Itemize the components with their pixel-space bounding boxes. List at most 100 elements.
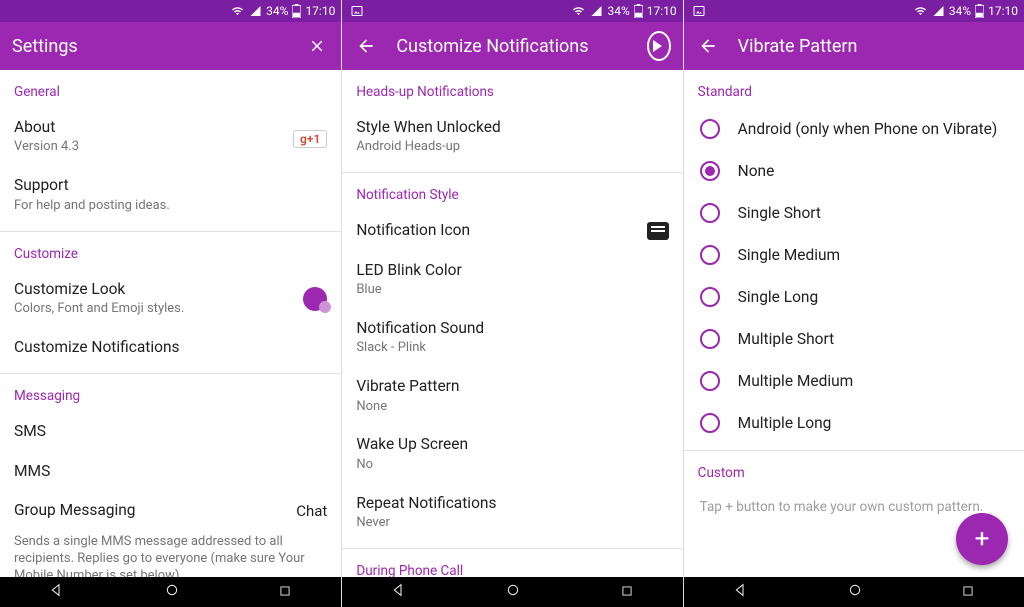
item-sms[interactable]: SMS <box>0 412 341 451</box>
vibrate-list: Standard Android (only when Phone on Vib… <box>684 70 1024 577</box>
radio-icon <box>700 245 720 265</box>
wifi-icon <box>230 5 245 17</box>
status-bar: 34% 17:10 <box>342 0 682 22</box>
color-swatch-icon <box>303 287 327 311</box>
image-icon <box>692 5 706 17</box>
radio-option[interactable]: None <box>684 150 1024 192</box>
section-messaging: Messaging <box>0 374 341 412</box>
back-icon[interactable] <box>696 34 720 58</box>
item-title: MMS <box>14 462 327 481</box>
toolbar: Customize Notifications <box>342 22 682 70</box>
section-custom: Custom <box>684 451 1024 489</box>
item-repeat-notifications[interactable]: Repeat Notifications Never <box>342 484 682 542</box>
radio-icon <box>700 329 720 349</box>
radio-option[interactable]: Single Medium <box>684 234 1024 276</box>
nav-recent-icon[interactable] <box>278 583 292 602</box>
radio-option[interactable]: Multiple Medium <box>684 360 1024 402</box>
signal-icon <box>932 5 945 17</box>
item-led-color[interactable]: LED Blink Color Blue <box>342 251 682 309</box>
wifi-icon <box>571 5 586 17</box>
radio-icon <box>700 371 720 391</box>
item-subtitle: Sends a single MMS message addressed to … <box>14 534 327 577</box>
item-title: Support <box>14 176 327 195</box>
page-title: Vibrate Pattern <box>738 36 1012 57</box>
radio-icon <box>700 119 720 139</box>
radio-option[interactable]: Multiple Long <box>684 402 1024 444</box>
nav-bar <box>0 577 341 607</box>
item-notification-icon[interactable]: Notification Icon <box>342 211 682 250</box>
wifi-icon <box>913 5 928 17</box>
play-icon <box>647 31 671 61</box>
item-title: About <box>14 118 281 137</box>
radio-label: Multiple Medium <box>738 372 854 390</box>
radio-option[interactable]: Multiple Short <box>684 318 1024 360</box>
item-subtitle: No <box>356 457 668 474</box>
close-icon[interactable] <box>305 34 329 58</box>
nav-home-icon[interactable] <box>505 582 521 602</box>
item-wake-screen[interactable]: Wake Up Screen No <box>342 425 682 483</box>
nav-home-icon[interactable] <box>164 582 180 602</box>
screen-settings: 34% 17:10 Settings General About Version… <box>0 0 341 607</box>
radio-option[interactable]: Single Short <box>684 192 1024 234</box>
group-mode-value: Chat <box>296 502 327 520</box>
item-title: LED Blink Color <box>356 261 668 280</box>
battery-text: 34% <box>949 4 971 18</box>
page-title: Settings <box>12 36 287 57</box>
radio-icon <box>700 413 720 433</box>
item-title: Customize Notifications <box>14 338 327 357</box>
item-notification-sound[interactable]: Notification Sound Slack - Plink <box>342 309 682 367</box>
nav-recent-icon[interactable] <box>961 583 975 602</box>
radio-label: Multiple Long <box>738 414 832 432</box>
item-subtitle: Colors, Font and Emoji styles. <box>14 301 291 318</box>
time-text: 17:10 <box>305 4 335 18</box>
radio-label: Single Long <box>738 288 819 306</box>
section-general: General <box>0 70 341 108</box>
message-icon <box>647 222 669 240</box>
back-icon[interactable] <box>354 34 378 58</box>
notifications-list: Heads-up Notifications Style When Unlock… <box>342 70 682 577</box>
section-standard: Standard <box>684 70 1024 108</box>
add-pattern-fab[interactable]: + <box>956 513 1008 565</box>
item-vibrate-pattern[interactable]: Vibrate Pattern None <box>342 367 682 425</box>
plus-icon: + <box>975 524 990 554</box>
radio-label: None <box>738 162 775 180</box>
item-support[interactable]: Support For help and posting ideas. <box>0 166 341 224</box>
battery-text: 34% <box>607 4 629 18</box>
item-style-unlocked[interactable]: Style When Unlocked Android Heads-up <box>342 108 682 166</box>
settings-list: General About Version 4.3 g+1 Support Fo… <box>0 70 341 577</box>
time-text: 17:10 <box>647 4 677 18</box>
item-customize-look[interactable]: Customize Look Colors, Font and Emoji st… <box>0 270 341 328</box>
nav-back-icon[interactable] <box>733 582 749 602</box>
item-group-messaging[interactable]: Group Messaging Chat Sends a single MMS … <box>0 491 341 577</box>
radio-icon <box>700 287 720 307</box>
nav-recent-icon[interactable] <box>620 583 634 602</box>
item-title: SMS <box>14 422 327 441</box>
gplus-badge[interactable]: g+1 <box>293 130 327 148</box>
battery-icon <box>975 4 984 18</box>
radio-icon <box>700 161 720 181</box>
nav-back-icon[interactable] <box>49 582 65 602</box>
battery-icon <box>634 4 643 18</box>
screen-customize-notifications: 34% 17:10 Customize Notifications Heads-… <box>341 0 682 607</box>
nav-bar <box>342 577 682 607</box>
item-title: Wake Up Screen <box>356 435 668 454</box>
item-subtitle: Android Heads-up <box>356 139 668 156</box>
nav-home-icon[interactable] <box>847 582 863 602</box>
section-headsup: Heads-up Notifications <box>342 70 682 108</box>
item-subtitle: Never <box>356 515 668 532</box>
radio-option[interactable]: Android (only when Phone on Vibrate) <box>684 108 1024 150</box>
item-title: Notification Sound <box>356 319 668 338</box>
page-title: Customize Notifications <box>396 36 628 57</box>
item-title: Notification Icon <box>356 221 634 240</box>
radio-label: Single Medium <box>738 246 840 264</box>
section-customize: Customize <box>0 232 341 270</box>
item-subtitle: None <box>356 399 668 416</box>
radio-option[interactable]: Single Long <box>684 276 1024 318</box>
item-customize-notifications[interactable]: Customize Notifications <box>0 328 341 367</box>
nav-back-icon[interactable] <box>391 582 407 602</box>
image-icon <box>350 5 364 17</box>
play-preview-button[interactable] <box>647 34 671 58</box>
signal-icon <box>249 5 262 17</box>
item-mms[interactable]: MMS <box>0 452 341 491</box>
item-about[interactable]: About Version 4.3 g+1 <box>0 108 341 166</box>
